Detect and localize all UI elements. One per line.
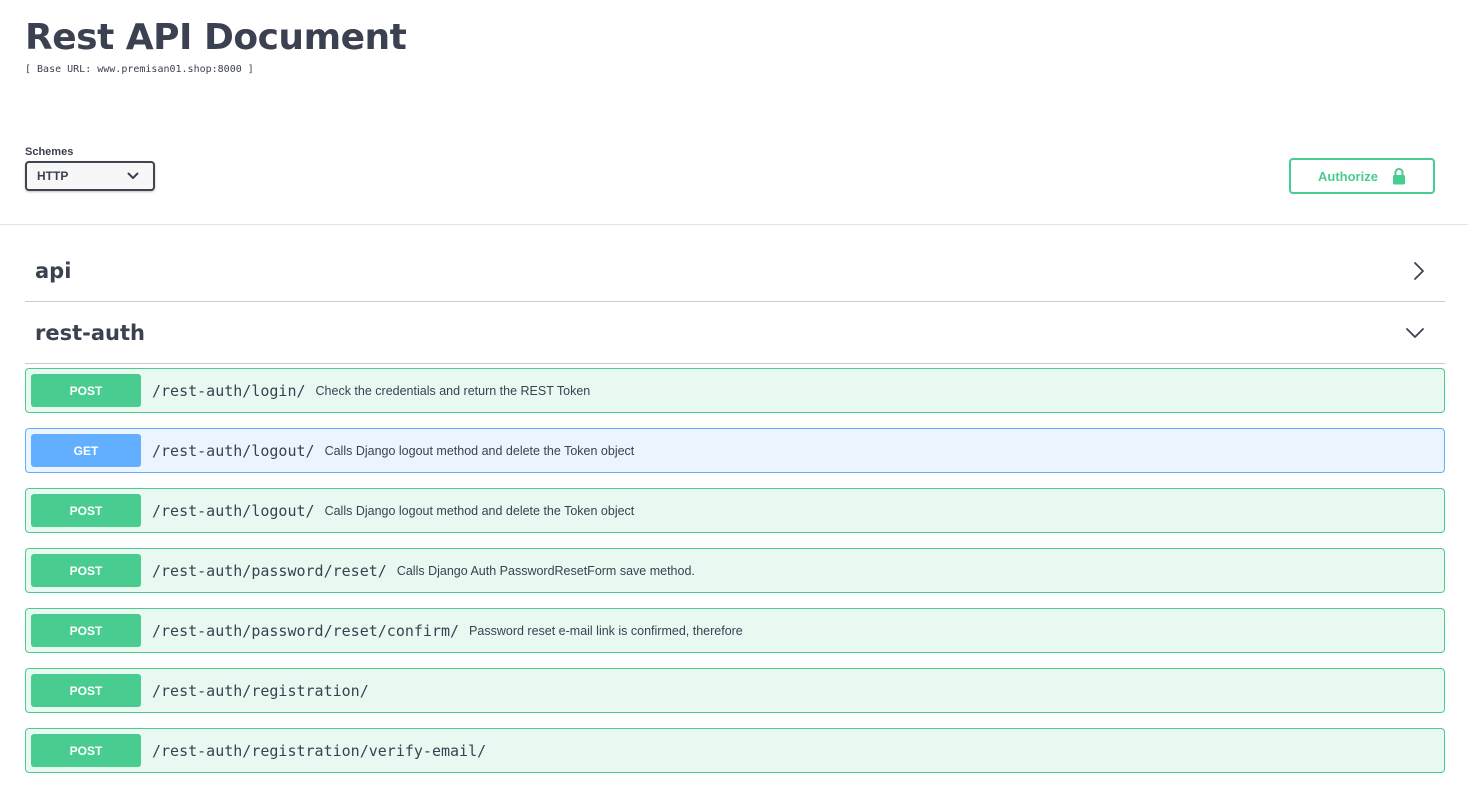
operation-path: /rest-auth/password/reset/ xyxy=(152,561,387,580)
operation-path: /rest-auth/login/ xyxy=(152,381,306,400)
operation-summary: Check the credentials and return the RES… xyxy=(315,383,591,398)
operation-get-logout[interactable]: GET /rest-auth/logout/ Calls Django logo… xyxy=(25,428,1445,473)
method-badge: GET xyxy=(31,434,141,467)
authorize-button[interactable]: Authorize xyxy=(1289,158,1435,194)
tag-api[interactable]: api xyxy=(25,240,1445,302)
method-badge: POST xyxy=(31,674,141,707)
schemes-selected-value: HTTP xyxy=(37,169,69,183)
operation-post-registration[interactable]: POST /rest-auth/registration/ xyxy=(25,668,1445,713)
operation-summary: Password reset e-mail link is confirmed,… xyxy=(469,623,743,638)
chevron-right-icon xyxy=(1414,261,1424,280)
operation-summary: Calls Django logout method and delete th… xyxy=(324,443,635,458)
chevron-down-icon xyxy=(127,172,139,179)
operation-post-password-reset[interactable]: POST /rest-auth/password/reset/ Calls Dj… xyxy=(25,548,1445,593)
schemes-label: Schemes xyxy=(25,146,74,158)
operation-path: /rest-auth/logout/ xyxy=(152,501,315,520)
authorize-label: Authorize xyxy=(1318,168,1378,184)
operation-path: /rest-auth/registration/verify-email/ xyxy=(152,741,487,760)
operation-post-password-reset-confirm[interactable]: POST /rest-auth/password/reset/confirm/ … xyxy=(25,608,1445,653)
operation-path: /rest-auth/password/reset/confirm/ xyxy=(152,621,460,640)
schemes-select[interactable]: HTTP xyxy=(25,161,155,191)
operation-path: /rest-auth/logout/ xyxy=(152,441,315,460)
base-url: [ Base URL: www.premisan01.shop:8000 ] xyxy=(25,64,254,75)
method-badge: POST xyxy=(31,374,141,407)
method-badge: POST xyxy=(31,494,141,527)
schemes-container: Schemes HTTP xyxy=(25,146,155,191)
method-badge: POST xyxy=(31,614,141,647)
tag-rest-auth[interactable]: rest-auth xyxy=(25,302,1445,364)
lock-icon xyxy=(1392,168,1405,185)
page-title: Rest API Document xyxy=(25,17,407,58)
method-badge: POST xyxy=(31,554,141,587)
tag-name: api xyxy=(35,258,72,283)
operation-path: /rest-auth/registration/ xyxy=(152,681,369,700)
chevron-down-icon xyxy=(1406,327,1424,338)
operation-summary: Calls Django Auth PasswordResetForm save… xyxy=(396,563,695,578)
method-badge: POST xyxy=(31,734,141,767)
operation-post-registration-verify-email[interactable]: POST /rest-auth/registration/verify-emai… xyxy=(25,728,1445,773)
page-header: Rest API Document [ Base URL: www.premis… xyxy=(25,16,407,75)
operation-post-login[interactable]: POST /rest-auth/login/ Check the credent… xyxy=(25,368,1445,413)
operation-summary: Calls Django logout method and delete th… xyxy=(324,503,635,518)
tag-name: rest-auth xyxy=(35,320,145,345)
header-divider xyxy=(0,224,1468,225)
operation-post-logout[interactable]: POST /rest-auth/logout/ Calls Django log… xyxy=(25,488,1445,533)
